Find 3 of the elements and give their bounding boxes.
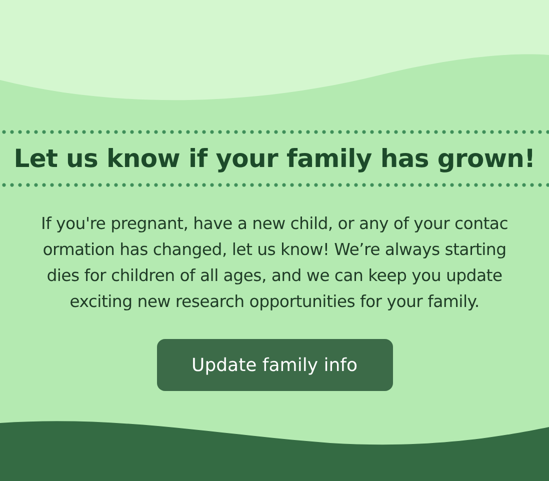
- update-family-info-button[interactable]: Update family info: [156, 339, 392, 391]
- section-heading: Let us know if your family has grown!: [14, 144, 536, 173]
- info-paragraph: If you're pregnant, have a new child, or any of your contac ormation has changed, let us know! We’re always starting dies for children of all ages, and we can keep you update exciting new research opportunities for your family.: [41, 213, 508, 313]
